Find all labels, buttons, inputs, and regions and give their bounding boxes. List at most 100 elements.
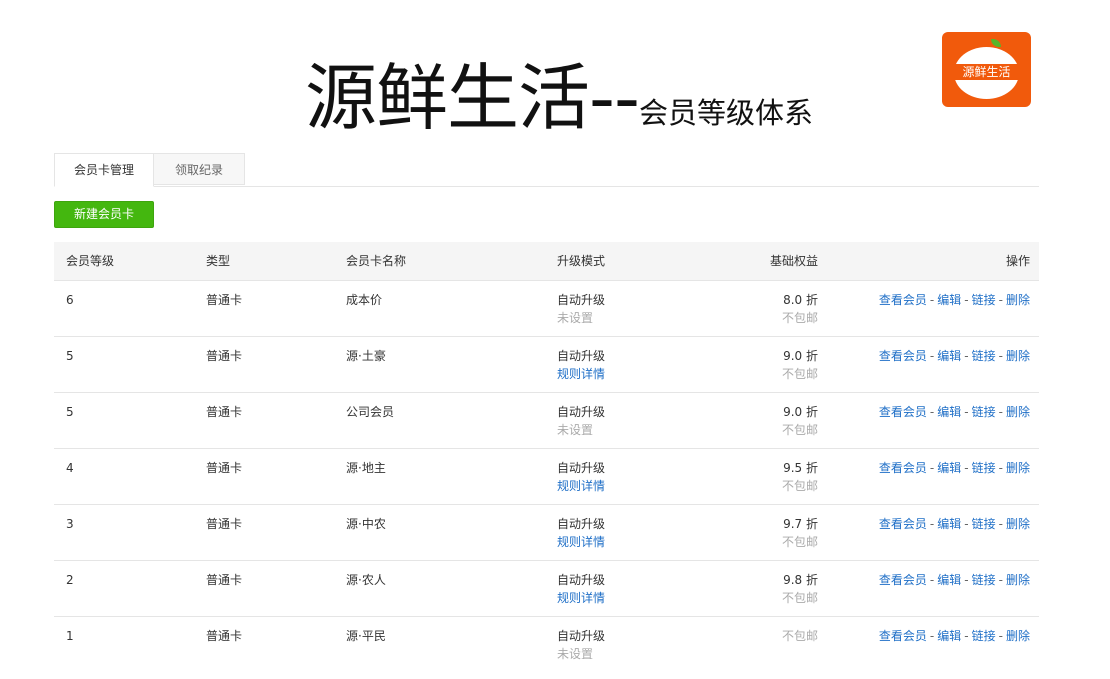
shipping-label: 不包邮 — [781, 423, 818, 437]
cell-card-name: 源·地主 — [346, 461, 386, 475]
delete-link[interactable]: 删除 — [1006, 517, 1030, 531]
ops-separator: - — [964, 629, 969, 643]
card-link-link[interactable]: 链接 — [972, 293, 996, 307]
column-header-type: 类型 — [206, 254, 231, 268]
rule-details-link[interactable]: 规则详情 — [557, 590, 605, 606]
cell-level: 4 — [66, 461, 74, 475]
cell-card-name: 成本价 — [346, 293, 383, 307]
upgrade-mode-label: 自动升级 — [557, 461, 606, 475]
cell-base-benefit: 9.7 折不包邮 — [782, 516, 818, 550]
new-card-button[interactable]: 新建会员卡 — [54, 201, 154, 228]
view-members-link[interactable]: 查看会员 — [879, 293, 927, 307]
tab-card-management[interactable]: 会员卡管理 — [54, 153, 154, 187]
rule-details-link[interactable]: 规则详情 — [557, 366, 605, 382]
view-members-link[interactable]: 查看会员 — [879, 517, 927, 531]
table-row: 4 普通卡 源·地主 自动升级 规则详情 9.5 折不包邮 查看会员 - 编辑 - 链接 - 删除 — [54, 449, 1039, 505]
view-members-link[interactable]: 查看会员 — [879, 405, 927, 419]
ops-separator: - — [998, 405, 1003, 419]
discount-value: 8.0 折 — [783, 293, 818, 307]
cell-level: 1 — [66, 629, 74, 643]
cell-level: 5 — [66, 349, 74, 363]
table-body: 6 普通卡 成本价 自动升级 未设置 8.0 折不包邮 查看会员 - 编辑 - 链接 - 删除 5 普通卡源… — [54, 281, 1039, 672]
cell-type: 普通卡 — [206, 629, 243, 643]
edit-link[interactable]: 编辑 — [937, 293, 961, 307]
cell-upgrade-mode: 自动升级 规则详情 — [557, 348, 605, 382]
discount-value: 9.0 折 — [783, 349, 818, 363]
cell-base-benefit: 9.5 折不包邮 — [782, 460, 818, 494]
delete-link[interactable]: 删除 — [1006, 629, 1030, 643]
delete-link[interactable]: 删除 — [1006, 461, 1030, 475]
card-link-link[interactable]: 链接 — [972, 573, 996, 587]
card-link-link[interactable]: 链接 — [972, 461, 996, 475]
cell-base-benefit: 9.8 折不包邮 — [782, 572, 818, 606]
card-link-link[interactable]: 链接 — [972, 349, 996, 363]
rule-details-link[interactable]: 规则详情 — [557, 478, 605, 494]
card-link-link[interactable]: 链接 — [972, 517, 996, 531]
cell-type: 普通卡 — [206, 461, 243, 475]
edit-link[interactable]: 编辑 — [937, 349, 961, 363]
page-title-sub: 会员等级体系 — [638, 96, 813, 130]
cell-type: 普通卡 — [206, 517, 243, 531]
cell-type: 普通卡 — [206, 573, 243, 587]
ops-separator: - — [998, 293, 1003, 307]
cell-operations: 查看会员 - 编辑 - 链接 - 删除 — [879, 404, 1030, 420]
delete-link[interactable]: 删除 — [1006, 349, 1030, 363]
cell-base-benefit: 8.0 折不包邮 — [782, 292, 818, 326]
ops-separator: - — [998, 461, 1003, 475]
shipping-label: 不包邮 — [781, 367, 818, 381]
discount-value: 9.7 折 — [783, 517, 818, 531]
page-title: 源鲜生活--会员等级体系 — [305, 62, 813, 134]
ops-separator: - — [929, 293, 935, 307]
cell-operations: 查看会员 - 编辑 - 链接 - 删除 — [879, 628, 1030, 644]
rule-details-link[interactable]: 规则详情 — [557, 534, 605, 550]
shipping-label: 不包邮 — [781, 629, 818, 643]
delete-link[interactable]: 删除 — [1006, 405, 1030, 419]
discount-value: 9.8 折 — [783, 573, 818, 587]
column-header-mode: 升级模式 — [557, 254, 606, 268]
ops-separator: - — [964, 293, 969, 307]
cell-type: 普通卡 — [206, 405, 243, 419]
table-row: 5 普通卡 源·土豪 自动升级 规则详情 9.0 折不包邮 查看会员 - 编辑 - 链接 - 删除 — [54, 337, 1039, 393]
ops-separator: - — [929, 517, 935, 531]
logo-leaf-icon — [991, 39, 1001, 47]
edit-link[interactable]: 编辑 — [937, 405, 961, 419]
table-row: 3 普通卡 源·中农 自动升级 规则详情 9.7 折不包邮 查看会员 - 编辑 - 链接 - 删除 — [54, 505, 1039, 561]
edit-link[interactable]: 编辑 — [937, 517, 961, 531]
cell-upgrade-mode: 自动升级 规则详情 — [557, 460, 605, 494]
cell-operations: 查看会员 - 编辑 - 链接 - 删除 — [879, 292, 1030, 308]
cell-upgrade-mode: 自动升级 未设置 — [557, 404, 605, 438]
edit-link[interactable]: 编辑 — [937, 629, 961, 643]
view-members-link[interactable]: 查看会员 — [879, 349, 927, 363]
shipping-label: 不包邮 — [781, 591, 818, 605]
table-row: 6 普通卡 成本价 自动升级 未设置 8.0 折不包邮 查看会员 - 编辑 - 链接 - 删除 — [54, 281, 1039, 337]
shipping-label: 不包邮 — [781, 311, 818, 325]
cell-card-name: 公司会员 — [346, 405, 395, 419]
table-row: 5 普通卡 公司会员 自动升级 未设置 9.0 折不包邮 查看会员 - 编辑 - 链接 - 删除 — [54, 393, 1039, 449]
ops-separator: - — [929, 461, 935, 475]
tab-claim-records[interactable]: 领取纪录 — [154, 153, 245, 185]
ops-separator: - — [964, 349, 969, 363]
cell-type: 普通卡 — [206, 293, 243, 307]
card-link-link[interactable]: 链接 — [972, 629, 996, 643]
table-header: 会员等级 类型 会员卡名称 升级模式 基础权益 操作 — [54, 242, 1039, 281]
logo-text: 源鲜生活 — [962, 65, 1011, 79]
cell-level: 2 — [66, 573, 74, 587]
delete-link[interactable]: 删除 — [1006, 573, 1030, 587]
ops-separator: - — [998, 629, 1003, 643]
edit-link[interactable]: 编辑 — [937, 461, 961, 475]
shipping-label: 不包邮 — [781, 479, 818, 493]
column-header-level: 会员等级 — [66, 254, 115, 268]
tab-bar: 会员卡管理 领取纪录 — [54, 153, 1039, 187]
view-members-link[interactable]: 查看会员 — [879, 573, 927, 587]
cell-base-benefit: 9.0 折不包邮 — [782, 348, 818, 382]
upgrade-mode-label: 自动升级 — [557, 517, 606, 531]
edit-link[interactable]: 编辑 — [937, 573, 961, 587]
upgrade-mode-label: 自动升级 — [557, 349, 606, 363]
ops-separator: - — [998, 349, 1003, 363]
view-members-link[interactable]: 查看会员 — [879, 461, 927, 475]
view-members-link[interactable]: 查看会员 — [879, 629, 927, 643]
delete-link[interactable]: 删除 — [1006, 293, 1030, 307]
cell-operations: 查看会员 - 编辑 - 链接 - 删除 — [879, 516, 1030, 532]
card-link-link[interactable]: 链接 — [972, 405, 996, 419]
cell-type: 普通卡 — [206, 349, 243, 363]
